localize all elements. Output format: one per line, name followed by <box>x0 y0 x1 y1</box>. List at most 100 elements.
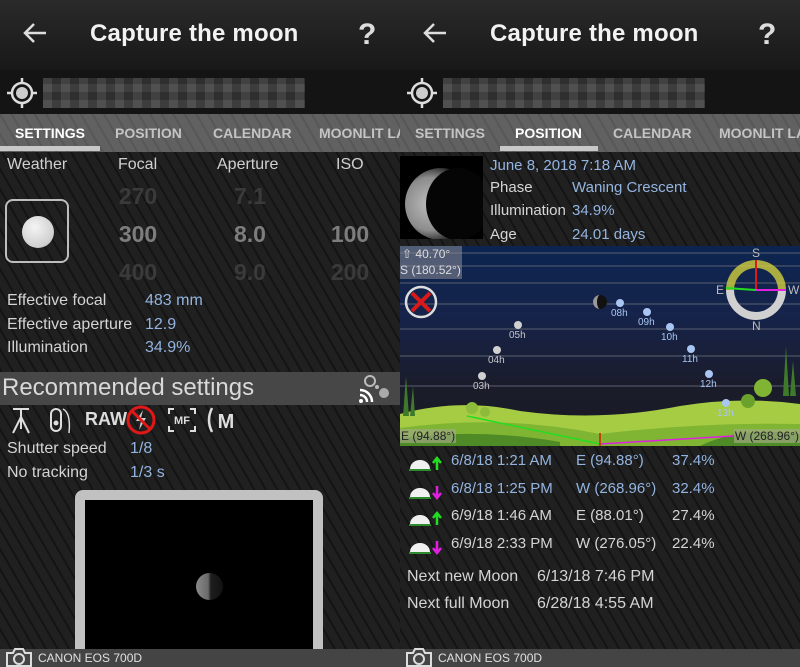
hour-mark-dot <box>705 370 713 378</box>
illumination-label: Illumination <box>7 339 88 356</box>
next-full-moon-label: Next full Moon <box>407 595 510 612</box>
aperture-prev[interactable]: 7.1 <box>210 183 290 210</box>
tab-settings[interactable]: SETTINGS <box>415 125 485 141</box>
preview-screen <box>85 500 313 667</box>
hour-mark-label: 11h <box>682 354 698 365</box>
camera-footer[interactable]: CANON EOS 700D <box>400 648 800 667</box>
crosshair-gps-icon[interactable] <box>406 77 438 109</box>
camera-footer[interactable]: CANON EOS 700D <box>0 648 400 667</box>
hour-mark-label: 05h <box>509 330 526 341</box>
tab-calendar[interactable]: CALENDAR <box>213 125 292 141</box>
rise-set-row[interactable]: 6/9/18 2:33 PM W (276.05°) 22.4% <box>400 535 800 559</box>
recommended-settings-header: Recommended settings <box>0 372 400 405</box>
focal-prev[interactable]: 270 <box>98 183 178 210</box>
rise-set-row[interactable]: 6/8/18 1:25 PM W (268.96°) 32.4% <box>400 480 800 504</box>
clear-sky-moon-icon <box>22 216 54 248</box>
tab-calendar[interactable]: CALENDAR <box>613 125 692 141</box>
illumination-value: 34.9% <box>145 339 191 356</box>
focal-current[interactable]: 300 <box>98 221 178 248</box>
compass-south: S <box>752 246 761 260</box>
azimuth-readout: S (180.52°) <box>400 263 461 277</box>
help-button[interactable]: ? <box>758 18 776 52</box>
raw-format-icon: RAW <box>85 409 127 429</box>
moon-shadow <box>426 168 483 239</box>
set-azimuth-readout: W (268.96°) <box>733 429 800 443</box>
age-value: 24.01 days <box>572 226 646 243</box>
remote-share-icon[interactable] <box>358 374 394 404</box>
no-tracking-value: 1/3 s <box>130 464 165 481</box>
weather-button[interactable] <box>5 199 69 263</box>
tab-bar: SETTINGS POSITION CALENDAR MOONLIT LA <box>400 114 800 152</box>
back-button[interactable] <box>22 20 50 50</box>
m-text: M <box>218 411 235 433</box>
tab-moonlit[interactable]: MOONLIT LA <box>719 125 800 141</box>
crosshair-gps-icon[interactable] <box>6 77 38 109</box>
aperture-next[interactable]: 9.0 <box>210 259 290 286</box>
tab-position[interactable]: POSITION <box>515 125 582 141</box>
hour-mark-label: 09h <box>638 317 655 328</box>
app-title: Capture the moon <box>490 20 699 47</box>
event-azimuth: E (88.01°) <box>576 507 644 524</box>
focal-next[interactable]: 400 <box>98 259 178 286</box>
effective-focal-label: Effective focal <box>7 292 107 309</box>
phase-label: Phase <box>490 179 533 196</box>
event-datetime: 6/9/18 1:46 AM <box>451 507 552 524</box>
moonrise-icon <box>409 456 442 471</box>
moon-path-sky-view[interactable]: ⇧ 40.70° S (180.52°) S E W N 03h 04h 05h 08… <box>400 246 800 446</box>
event-datetime: 6/8/18 1:25 PM <box>451 479 553 497</box>
camera-preview[interactable] <box>75 490 323 667</box>
rise-set-row[interactable]: 6/8/18 1:21 AM E (94.88°) 37.4% <box>400 452 800 476</box>
hour-mark-dot <box>493 346 501 354</box>
mf-text: MF <box>174 415 190 427</box>
location-bar[interactable] <box>400 70 800 114</box>
altitude-readout: ⇧ 40.70° <box>402 247 451 261</box>
tab-settings[interactable]: SETTINGS <box>15 125 85 141</box>
rise-set-row[interactable]: 6/9/18 1:46 AM E (88.01°) 27.4% <box>400 507 800 531</box>
app-bar: Capture the moon ? <box>400 0 800 70</box>
event-azimuth: W (268.96°) <box>576 479 657 497</box>
tab-moonlit[interactable]: MOONLIT LA <box>319 125 400 141</box>
tracking-off-icon[interactable] <box>404 285 438 319</box>
remote-shutter-icon <box>50 408 71 434</box>
position-datetime[interactable]: June 8, 2018 7:18 AM <box>490 157 636 174</box>
age-label: Age <box>490 226 517 243</box>
effective-focal-value: 483 mm <box>145 292 203 309</box>
next-new-moon-value: 6/13/18 7:46 PM <box>537 568 655 585</box>
aperture-current[interactable]: 8.0 <box>210 221 290 248</box>
iso-current[interactable]: 100 <box>310 221 390 248</box>
hour-mark-label: 10h <box>661 332 678 343</box>
hour-mark-dot <box>666 323 674 331</box>
location-bar[interactable] <box>0 70 400 114</box>
tab-position[interactable]: POSITION <box>115 125 182 141</box>
effective-aperture-value: 12.9 <box>145 316 177 333</box>
event-datetime: 6/9/18 2:33 PM <box>451 534 553 552</box>
preview-moon <box>196 573 223 600</box>
tripod-icon <box>12 408 30 434</box>
no-tracking-label: No tracking <box>7 464 88 481</box>
active-tab-indicator <box>0 146 100 151</box>
hour-mark-dot <box>616 299 624 307</box>
hour-mark-label: 12h <box>700 379 717 390</box>
rise-azimuth-readout: E (94.88°) <box>400 429 457 443</box>
recommended-settings-title: Recommended settings <box>2 374 255 401</box>
camera-model: CANON EOS 700D <box>38 651 143 665</box>
event-datetime: 6/8/18 1:21 AM <box>451 452 552 469</box>
arrow-left-icon <box>423 23 446 43</box>
arrow-left-icon <box>23 23 46 43</box>
moonset-icon <box>409 540 442 555</box>
altitude-azimuth-readout: ⇧ 40.70° S (180.52°) <box>400 246 462 279</box>
hour-mark-label: 08h <box>611 308 628 319</box>
camera-model: CANON EOS 700D <box>438 651 543 665</box>
settings-screen: Capture the moon ? SETTINGS POSITION CAL… <box>0 0 400 667</box>
iso-next[interactable]: 200 <box>310 259 390 286</box>
no-flash-icon <box>126 405 156 435</box>
app-bar: Capture the moon ? <box>0 0 400 70</box>
hour-mark-label: 13h <box>717 408 734 419</box>
manual-mode-icon: M <box>207 407 235 433</box>
manual-focus-icon: MF <box>168 408 196 432</box>
compass-icon <box>725 260 786 320</box>
position-screen: Capture the moon ? SETTINGS POSITION CAL… <box>400 0 800 667</box>
back-button[interactable] <box>422 20 450 50</box>
help-button[interactable]: ? <box>358 18 376 52</box>
hour-mark-label: 03h <box>473 381 490 392</box>
